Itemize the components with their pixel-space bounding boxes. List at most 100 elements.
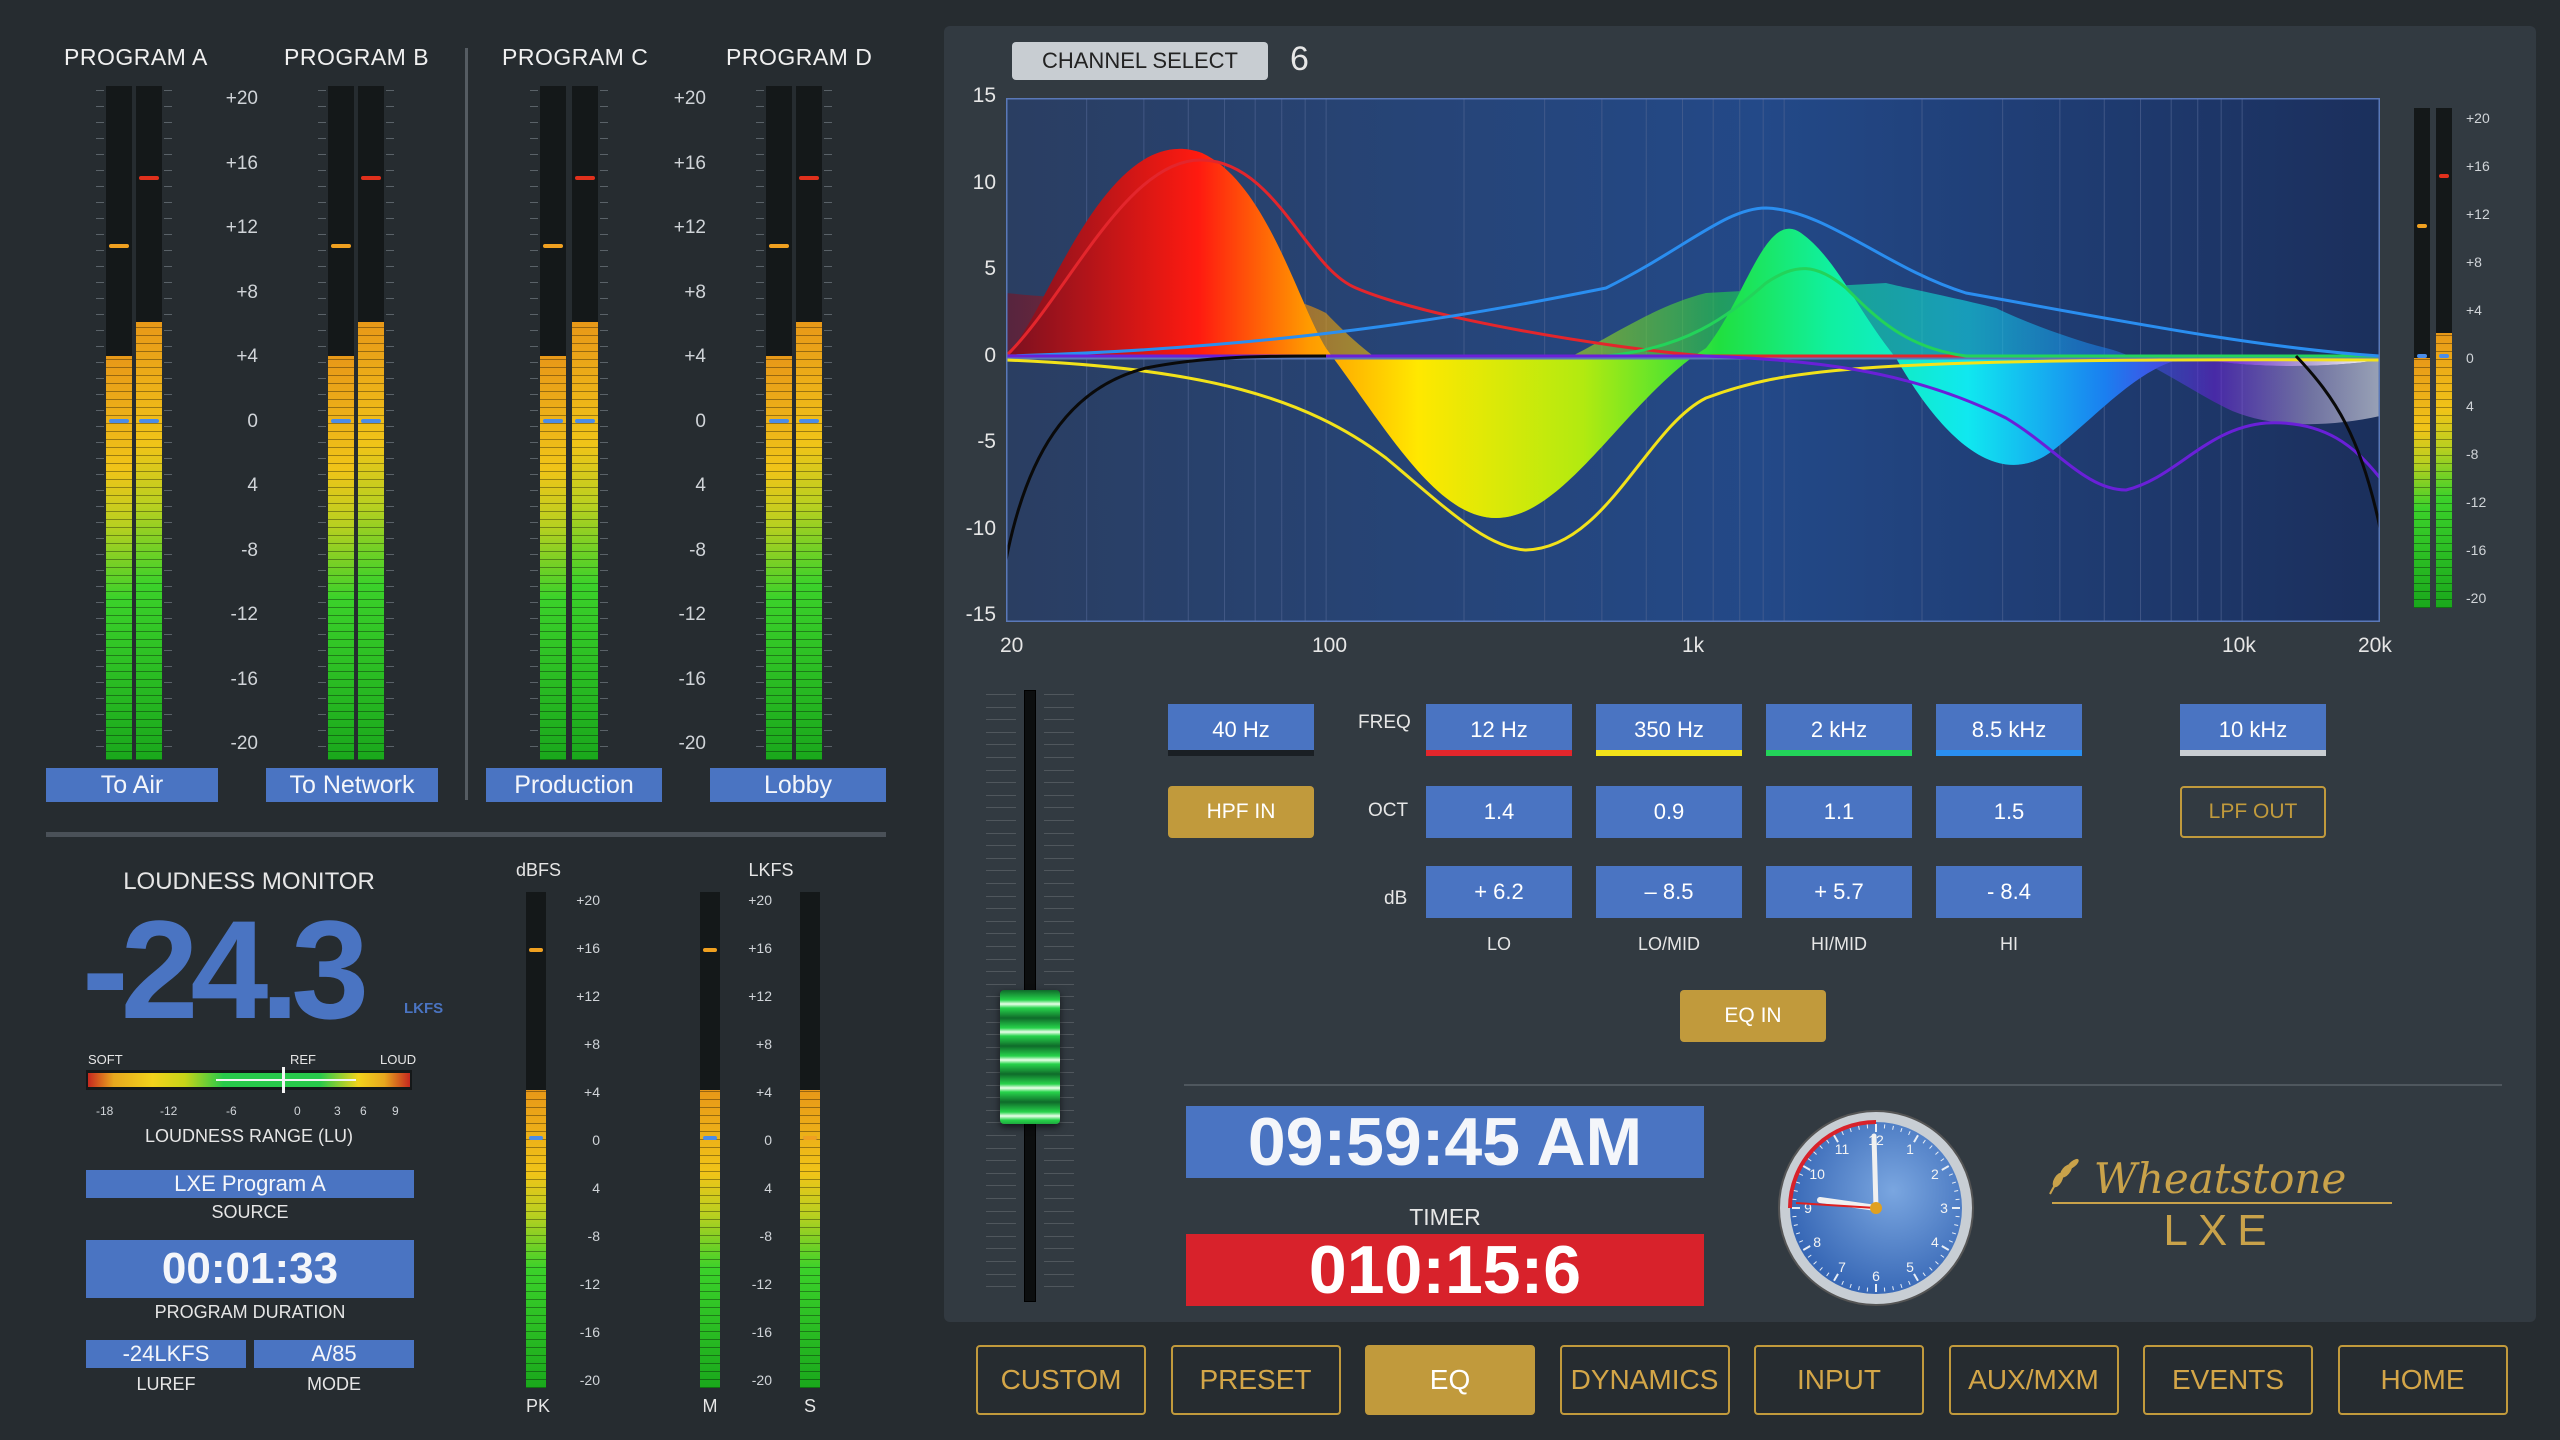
program-meter-0-right-peak-hold <box>139 176 159 181</box>
meter-tick <box>318 90 326 91</box>
meter-tick <box>318 730 326 731</box>
range-tick-label: -18 <box>96 1104 114 1118</box>
eq-response-graph[interactable] <box>1006 98 2380 622</box>
meter-tick <box>318 522 326 523</box>
band-oct-3[interactable]: 1.5 <box>1936 786 2082 838</box>
luref-value[interactable]: -24LKFS <box>86 1340 246 1368</box>
nav-button-custom[interactable]: CUSTOM <box>976 1345 1146 1415</box>
program-meter-1-right-ref-mark <box>361 419 381 423</box>
timer-value[interactable]: 010:15:6 <box>1186 1234 1704 1306</box>
meter-tick <box>386 746 394 747</box>
meter-tick <box>386 298 394 299</box>
clock-number: 3 <box>1940 1200 1948 1216</box>
brand-underline <box>2052 1202 2392 1204</box>
band-oct-2[interactable]: 1.1 <box>1766 786 1912 838</box>
range-tick-label: 6 <box>360 1104 367 1118</box>
band-db-0[interactable]: + 6.2 <box>1426 866 1572 918</box>
fader-tick <box>986 883 1016 884</box>
hpf-in-button[interactable]: HPF IN <box>1168 786 1314 838</box>
meter-tick <box>824 698 832 699</box>
meter-tick <box>96 106 104 107</box>
nav-button-dynamics[interactable]: DYNAMICS <box>1559 1345 1730 1415</box>
meter-tick <box>600 474 608 475</box>
fader-tick <box>1044 1135 1074 1136</box>
m-meter-peak-hold <box>703 947 717 952</box>
program-button-2[interactable]: Production <box>486 768 662 802</box>
nav-button-input[interactable]: INPUT <box>1754 1345 1924 1415</box>
fader-knob[interactable] <box>1000 990 1060 1124</box>
nav-button-home[interactable]: HOME <box>2337 1345 2508 1415</box>
meter-tick <box>756 474 764 475</box>
band-oct-0[interactable]: 1.4 <box>1426 786 1572 838</box>
meter-tick <box>824 538 832 539</box>
m-meter <box>700 892 720 1388</box>
eq-in-button[interactable]: EQ IN <box>1680 990 1826 1042</box>
band-freq-2[interactable]: 2 kHz <box>1766 704 1912 756</box>
fader-tick <box>986 1172 1016 1174</box>
mode-label: MODE <box>307 1374 361 1394</box>
band-db-3[interactable]: - 8.4 <box>1936 866 2082 918</box>
meter-tick <box>386 410 394 411</box>
nav-button-preset[interactable]: PRESET <box>1170 1345 1341 1415</box>
meter-tick <box>600 618 608 619</box>
range-tick-label: 9 <box>392 1104 399 1118</box>
program-meter-1-left-level <box>328 355 354 760</box>
channel-fader[interactable] <box>980 690 1080 1302</box>
meter-tick <box>164 506 172 507</box>
meter-tick <box>318 122 326 123</box>
meter-tick <box>318 378 326 379</box>
meter-tick <box>756 186 764 187</box>
band-freq-0[interactable]: 12 Hz <box>1426 704 1572 756</box>
meter-tick <box>824 746 832 747</box>
meter-tick <box>318 650 326 651</box>
channel-select-button[interactable]: CHANNEL SELECT <box>1012 42 1268 80</box>
mode-value[interactable]: A/85 <box>254 1340 414 1368</box>
program-button-1[interactable]: To Network <box>266 768 438 802</box>
meter-tick <box>318 170 326 171</box>
meter-tick <box>386 90 394 91</box>
fader-tick <box>1044 832 1074 834</box>
fader-tick <box>1044 1273 1074 1275</box>
meter-tick <box>318 458 326 459</box>
timer-label: TIMER <box>1409 1204 1481 1230</box>
fader-tick <box>986 757 1016 758</box>
band-db-1[interactable]: – 8.5 <box>1596 866 1742 918</box>
meter-tick <box>600 234 608 235</box>
meter-tick <box>530 186 538 187</box>
meter-tick <box>386 474 394 475</box>
program-duration-value[interactable]: 00:01:33 <box>86 1240 414 1298</box>
program-button-3[interactable]: Lobby <box>710 768 886 802</box>
meter-tick <box>600 554 608 555</box>
band-db-2[interactable]: + 5.7 <box>1766 866 1912 918</box>
nav-button-events[interactable]: EVENTS <box>2143 1345 2313 1415</box>
band-freq-1[interactable]: 350 Hz <box>1596 704 1742 756</box>
meter-tick <box>756 522 764 523</box>
program-meter-3-left-level <box>766 355 792 760</box>
band-freq-3[interactable]: 8.5 kHz <box>1936 704 2082 756</box>
meter-tick <box>96 330 104 331</box>
band-name-1: LO/MID <box>1637 934 1700 954</box>
program-meter-2-left-level <box>540 355 566 760</box>
nav-button-eq[interactable]: EQ <box>1365 1345 1535 1415</box>
source-value[interactable]: LXE Program A <box>86 1170 414 1198</box>
meter-tick <box>164 314 172 315</box>
meter-tick <box>600 202 608 203</box>
meter-tick <box>756 602 764 603</box>
lpf-out-button[interactable]: LPF OUT <box>2180 786 2326 838</box>
meter-tick <box>386 682 394 683</box>
program-button-0[interactable]: To Air <box>46 768 218 802</box>
band-oct-1[interactable]: 0.9 <box>1596 786 1742 838</box>
nav-button-aux-mxm[interactable]: AUX/MXM <box>1948 1345 2119 1415</box>
hpf-frequency[interactable]: 40 Hz <box>1168 704 1314 756</box>
meter-tick <box>600 522 608 523</box>
program-meter-2-right <box>572 86 598 760</box>
fader-tick <box>986 946 1016 947</box>
program-meter-2-left-ref-mark <box>543 419 563 423</box>
meter-tick <box>600 138 608 139</box>
lpf-frequency[interactable]: 10 kHz <box>2180 704 2326 756</box>
brand-model: LXE <box>2163 1206 2277 1255</box>
clock-number: 11 <box>1835 1141 1850 1157</box>
dbfs-scale-label: -8 <box>587 1228 600 1244</box>
meter-scale-label: +12 <box>673 217 706 238</box>
meter-tick <box>756 170 764 171</box>
